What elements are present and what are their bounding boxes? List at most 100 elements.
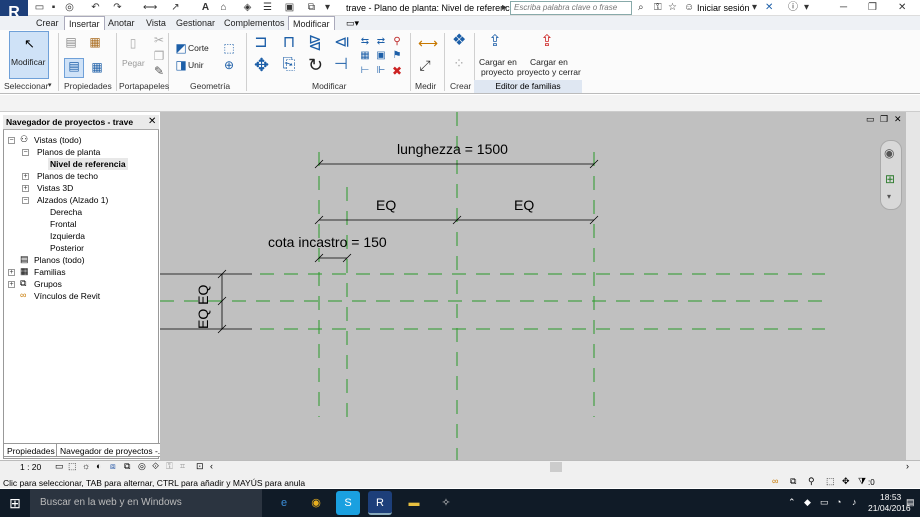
load-into-project-icon[interactable]: ⇪	[488, 34, 502, 50]
tree-item-posterior[interactable]: Posterior	[50, 242, 84, 254]
dim-label-eq-left[interactable]: EQ	[376, 197, 396, 213]
cut-geometry-icon[interactable]: ◩	[174, 41, 188, 55]
load-and-close-label-1[interactable]: Cargar en	[530, 57, 568, 67]
windows-start-icon[interactable]: ⊞	[0, 489, 30, 517]
shadows-icon[interactable]: ◐	[96, 461, 101, 471]
delete-icon[interactable]: ✖	[390, 64, 404, 78]
tab-complementos[interactable]: Complementos	[220, 16, 289, 30]
close-browser-icon[interactable]: ✕	[148, 116, 156, 127]
view-scale[interactable]: 1 : 20	[20, 462, 41, 472]
tree-item-vinculos[interactable]: Vínculos de Revit	[34, 290, 100, 302]
cut-geometry-label[interactable]: Corte	[188, 43, 209, 53]
expand-icon[interactable]: +	[22, 173, 29, 180]
notifications-icon[interactable]: ▤	[906, 497, 915, 508]
app-taskbar-icon[interactable]: ✧	[434, 491, 458, 515]
tree-item-izquierda[interactable]: Izquierda	[50, 230, 85, 242]
file-explorer-icon[interactable]: ▬	[402, 491, 426, 515]
panel-label-select[interactable]: Seleccionar	[4, 81, 48, 91]
restore-view-icon[interactable]: ❐	[880, 114, 888, 125]
rotate-icon[interactable]: ↻	[308, 56, 323, 74]
tab-modificar[interactable]: Modificar	[288, 16, 335, 31]
match-properties-icon[interactable]: ✎	[152, 64, 166, 78]
redo-icon[interactable]: ↷	[112, 2, 123, 13]
measure-distance-icon[interactable]: ⟷	[418, 36, 438, 50]
expand-icon[interactable]: +	[8, 281, 15, 288]
dim-label-vertical-eq[interactable]: EQ EQ	[195, 285, 211, 329]
sync-icon[interactable]: ◎	[64, 2, 75, 13]
search-input[interactable]: Escriba palabra clave o frase	[510, 1, 632, 15]
nav-dropdown-icon[interactable]: ▾	[887, 192, 891, 201]
thin-lines-icon[interactable]: ☰	[262, 2, 273, 13]
favorites-star-icon[interactable]: ☆	[668, 2, 677, 14]
tab-insertar[interactable]: Insertar	[64, 16, 105, 31]
measure-icon[interactable]: ⟷	[143, 2, 157, 13]
family-category-icon[interactable]: ▦	[88, 35, 102, 49]
create-similar-icon[interactable]: ❖	[452, 33, 466, 49]
cut-icon[interactable]: ✂	[152, 33, 166, 47]
tree-item-planos-todo[interactable]: Planos (todo)	[34, 254, 85, 266]
collapse-icon[interactable]: −	[8, 137, 15, 144]
tab-project-browser[interactable]: Navegador de proyectos -...	[56, 443, 169, 457]
dim-label-eq-right[interactable]: EQ	[514, 197, 534, 213]
horizontal-scroll-thumb[interactable]	[550, 462, 562, 472]
drag-elements-icon[interactable]: ✥	[842, 476, 850, 487]
close-view-icon[interactable]: ✕	[894, 114, 902, 125]
mirror-draw-icon[interactable]: ⧏	[334, 35, 350, 51]
type-properties-icon[interactable]: ▦	[90, 60, 104, 74]
sun-path-icon[interactable]: ☼	[82, 461, 90, 471]
restore-icon[interactable]: ❐	[868, 2, 877, 14]
properties-icon[interactable]: ▤	[64, 58, 84, 78]
crop-region-icon[interactable]: ⊡	[196, 461, 204, 472]
show-crop-icon[interactable]: ⧉	[124, 461, 130, 472]
dimension-icon[interactable]: ↗	[170, 2, 181, 13]
customize-qat-icon[interactable]: ▾	[322, 2, 333, 13]
switch-windows-icon[interactable]: ⧉	[306, 2, 317, 13]
user-icon[interactable]: ☺	[684, 2, 694, 14]
split-gap-icon[interactable]: ⇄	[374, 35, 388, 49]
trim-extend-icon[interactable]: ⊣	[334, 57, 348, 73]
expand-icon[interactable]: +	[8, 269, 15, 276]
tab-crear[interactable]: Crear	[32, 16, 63, 30]
tree-item-derecha[interactable]: Derecha	[50, 206, 82, 218]
properties-type-icon[interactable]: ▤	[64, 35, 78, 49]
tree-item-nivel-referencia[interactable]: Nivel de referencia	[48, 158, 128, 170]
volume-icon[interactable]: ♪	[852, 497, 857, 507]
minimize-view-icon[interactable]: ▭	[866, 114, 875, 125]
clock-time[interactable]: 18:53	[880, 492, 901, 502]
zoom-region-icon[interactable]: ⊞	[885, 172, 895, 186]
close-window-icon[interactable]: ✕	[898, 2, 906, 14]
select-dropdown-icon[interactable]: ▾	[48, 81, 52, 89]
array-icon[interactable]: ▦	[358, 49, 372, 63]
help-icon[interactable]: ⓘ	[788, 2, 798, 14]
close-hidden-icon[interactable]: ▣	[284, 2, 295, 13]
network-icon[interactable]: ◔	[836, 497, 841, 507]
align-icon[interactable]: ⊐	[254, 35, 268, 51]
split-icon[interactable]: ⇆	[358, 35, 372, 49]
expand-icon[interactable]: +	[22, 185, 29, 192]
tab-vista[interactable]: Vista	[142, 16, 170, 30]
help-dropdown-icon[interactable]: ▾	[804, 2, 809, 14]
trim-multiple-icon[interactable]: ⊩	[374, 64, 388, 78]
vertical-scrollbar[interactable]	[906, 112, 920, 460]
collapse-icon[interactable]: −	[22, 197, 29, 204]
clock-date[interactable]: 21/04/2016	[868, 503, 911, 513]
trim-single-icon[interactable]: ⊢	[358, 64, 372, 78]
undo-icon[interactable]: ↶	[90, 2, 101, 13]
load-into-project-label-1[interactable]: Cargar en	[479, 57, 517, 67]
edge-icon[interactable]: e	[272, 491, 296, 515]
collapse-icon[interactable]: −	[22, 149, 29, 156]
binoculars-icon[interactable]: ⌕	[638, 2, 644, 14]
select-by-face-icon[interactable]: ⬚	[826, 476, 835, 487]
aligned-dimension-icon[interactable]: ⤢	[418, 58, 432, 72]
minimize-ribbon-icon[interactable]: ▭▾	[346, 18, 359, 29]
tree-item-planos-planta[interactable]: Planos de planta	[37, 146, 100, 158]
skype-icon[interactable]: S	[336, 491, 360, 515]
analytical-icon[interactable]: ⌗	[180, 461, 185, 472]
copy-icon[interactable]: ❐	[152, 49, 166, 63]
select-underlay-icon[interactable]: ⧉	[790, 476, 796, 487]
unlock-3d-icon[interactable]: ⚿	[166, 461, 173, 472]
filter-icon[interactable]: ⧩	[858, 476, 866, 487]
offset-icon[interactable]: ⊓	[282, 35, 296, 51]
battery-icon[interactable]: ▭	[820, 497, 829, 508]
scroll-left-icon[interactable]: ‹	[210, 461, 213, 471]
